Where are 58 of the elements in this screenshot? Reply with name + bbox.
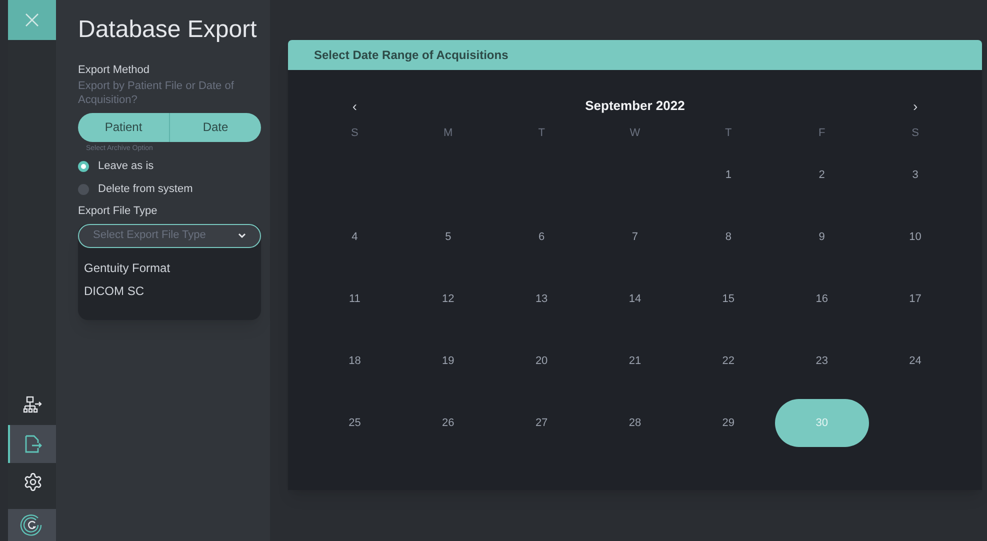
logo-icon <box>20 513 44 537</box>
settings-icon <box>23 472 43 492</box>
radio-label: Delete from system <box>98 182 193 197</box>
weekday-label: S <box>350 126 360 141</box>
select-placeholder: Select Export File Type <box>93 228 206 244</box>
calendar-day[interactable]: 24 <box>891 337 940 385</box>
weekday-label: T <box>537 126 546 141</box>
calendar-day[interactable]: 10 <box>891 213 940 261</box>
calendar-day[interactable]: 18 <box>330 337 379 385</box>
calendar-day[interactable]: 23 <box>798 337 846 385</box>
calendar-day[interactable]: 8 <box>704 213 752 261</box>
dropdown-option[interactable]: Gentuity Format <box>84 260 255 276</box>
calendar-day[interactable]: 27 <box>518 399 566 447</box>
calendar-day[interactable]: 15 <box>704 275 752 323</box>
calendar-day[interactable]: 11 <box>330 275 379 323</box>
weekday-label: S <box>910 126 920 141</box>
radio-button[interactable] <box>78 160 89 172</box>
calendar-day[interactable]: 26 <box>424 399 472 447</box>
question-text: Export by Patient File or Date of Acquisition? <box>78 78 235 106</box>
weekday-label: W <box>628 126 642 141</box>
calendar-day[interactable]: 28 <box>610 399 659 447</box>
calendar-day[interactable]: 1 <box>704 151 752 199</box>
calendar-day[interactable]: 16 <box>798 275 846 323</box>
method-option[interactable]: Date <box>169 112 261 142</box>
calendar-day[interactable]: 22 <box>704 337 752 385</box>
calendar-day[interactable]: 14 <box>610 275 659 323</box>
calendar-day[interactable]: 29 <box>704 399 752 447</box>
panel-title: Database Export <box>78 15 257 45</box>
method-option[interactable]: Patient <box>78 112 169 142</box>
file-export-icon <box>23 434 43 454</box>
next-month-button[interactable]: › <box>868 94 962 118</box>
calendar-day[interactable]: 21 <box>610 337 659 385</box>
calendar-day[interactable]: 2 <box>798 151 846 199</box>
calendar-day[interactable]: 3 <box>891 151 940 199</box>
weekday-label: F <box>817 126 826 141</box>
field-label: Export File Type <box>78 204 158 219</box>
month-title: September 2022 <box>584 97 686 115</box>
calendar-day[interactable]: 25 <box>330 399 379 447</box>
weekday-label: M <box>442 126 454 141</box>
calendar-day[interactable]: 4 <box>330 213 379 261</box>
previous-month-button[interactable]: ‹ <box>308 94 402 118</box>
calendar-day[interactable]: 17 <box>891 275 940 323</box>
weekday-label: T <box>724 126 733 141</box>
close-icon <box>25 13 39 27</box>
chevron-down-icon <box>238 232 246 238</box>
calendar-day[interactable]: 20 <box>518 337 566 385</box>
radio-label: Leave as is <box>98 158 154 174</box>
calendar-day[interactable]: 19 <box>424 337 472 385</box>
field-label: Export Method <box>78 63 151 78</box>
calendar-day[interactable]: 13 <box>518 275 566 323</box>
calendar-day[interactable]: 5 <box>424 213 472 261</box>
calendar-day[interactable]: 7 <box>610 213 659 261</box>
dropdown-option[interactable]: DICOM SC <box>84 282 255 300</box>
calendar-day[interactable]: 9 <box>798 213 846 261</box>
radio-button[interactable] <box>78 184 89 194</box>
calendar-day[interactable]: 12 <box>424 275 472 323</box>
calendar-day[interactable]: 6 <box>518 213 566 261</box>
header-title: Select Date Range of Acquisitions <box>314 47 508 64</box>
